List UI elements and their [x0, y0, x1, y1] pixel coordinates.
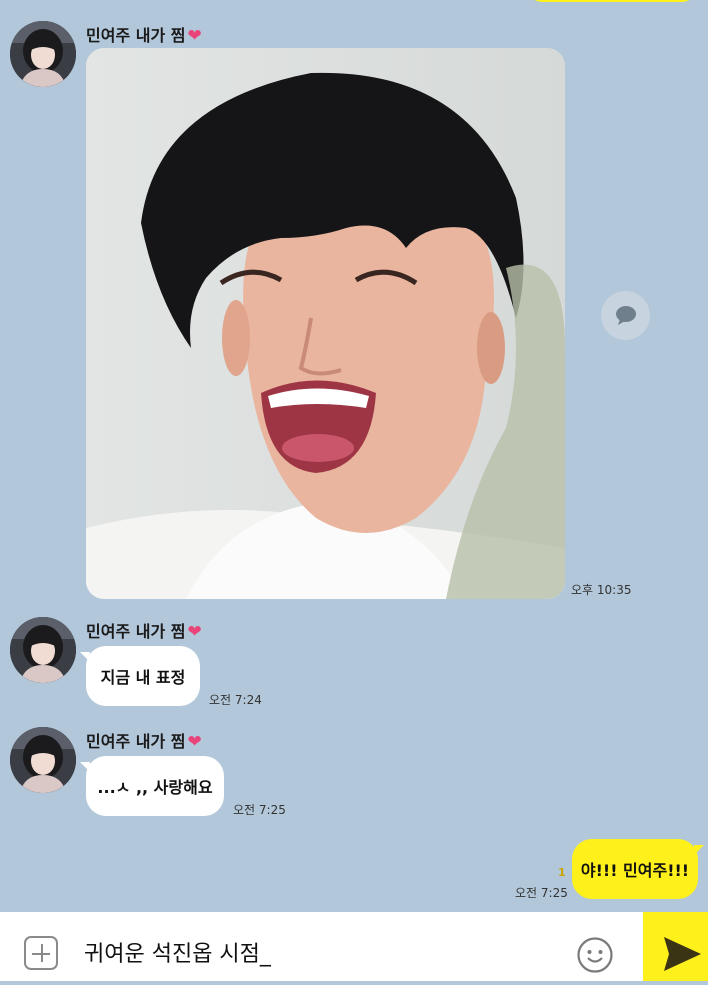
- message-input[interactable]: [84, 932, 554, 972]
- sender-avatar[interactable]: [10, 21, 76, 87]
- heart-icon: ❤: [187, 622, 202, 642]
- send-button[interactable]: [643, 912, 708, 981]
- message-time: 오후 10:35: [571, 583, 632, 597]
- chat-area[interactable]: 민여주 내가 찜 ❤ 오후 10:35 민여주 내가 찜 ❤ 지금 내 표정 오…: [0, 0, 708, 912]
- laughing-man-photo: [86, 48, 565, 599]
- plus-icon[interactable]: [24, 936, 58, 970]
- heart-icon: ❤: [187, 732, 202, 752]
- emoji-icon[interactable]: [576, 936, 614, 974]
- heart-icon: ❤: [187, 26, 202, 46]
- message-time: 오전 7:25: [515, 886, 568, 900]
- message-time: 오전 7:25: [233, 803, 286, 817]
- outgoing-message-bubble[interactable]: 야!!! 민여주!!!: [572, 839, 704, 899]
- message-bubble[interactable]: ...ㅅ ,, 사랑해요: [80, 756, 224, 816]
- share-button[interactable]: [601, 291, 650, 340]
- message-time: 오전 7:24: [209, 693, 262, 707]
- previous-outgoing-bubble[interactable]: [528, 0, 696, 2]
- unread-count: 1: [558, 866, 566, 879]
- photo-message[interactable]: [86, 48, 565, 599]
- sender-avatar[interactable]: [10, 617, 76, 683]
- sender-avatar[interactable]: [10, 727, 76, 793]
- send-icon: [664, 937, 701, 971]
- sender-name: 민여주 내가 찜 ❤: [86, 26, 202, 46]
- sender-name: 민여주 내가 찜 ❤: [86, 732, 202, 752]
- chat-bubble-icon: [616, 306, 636, 325]
- sender-name: 민여주 내가 찜 ❤: [86, 622, 202, 642]
- message-bubble[interactable]: 지금 내 표정: [80, 646, 200, 706]
